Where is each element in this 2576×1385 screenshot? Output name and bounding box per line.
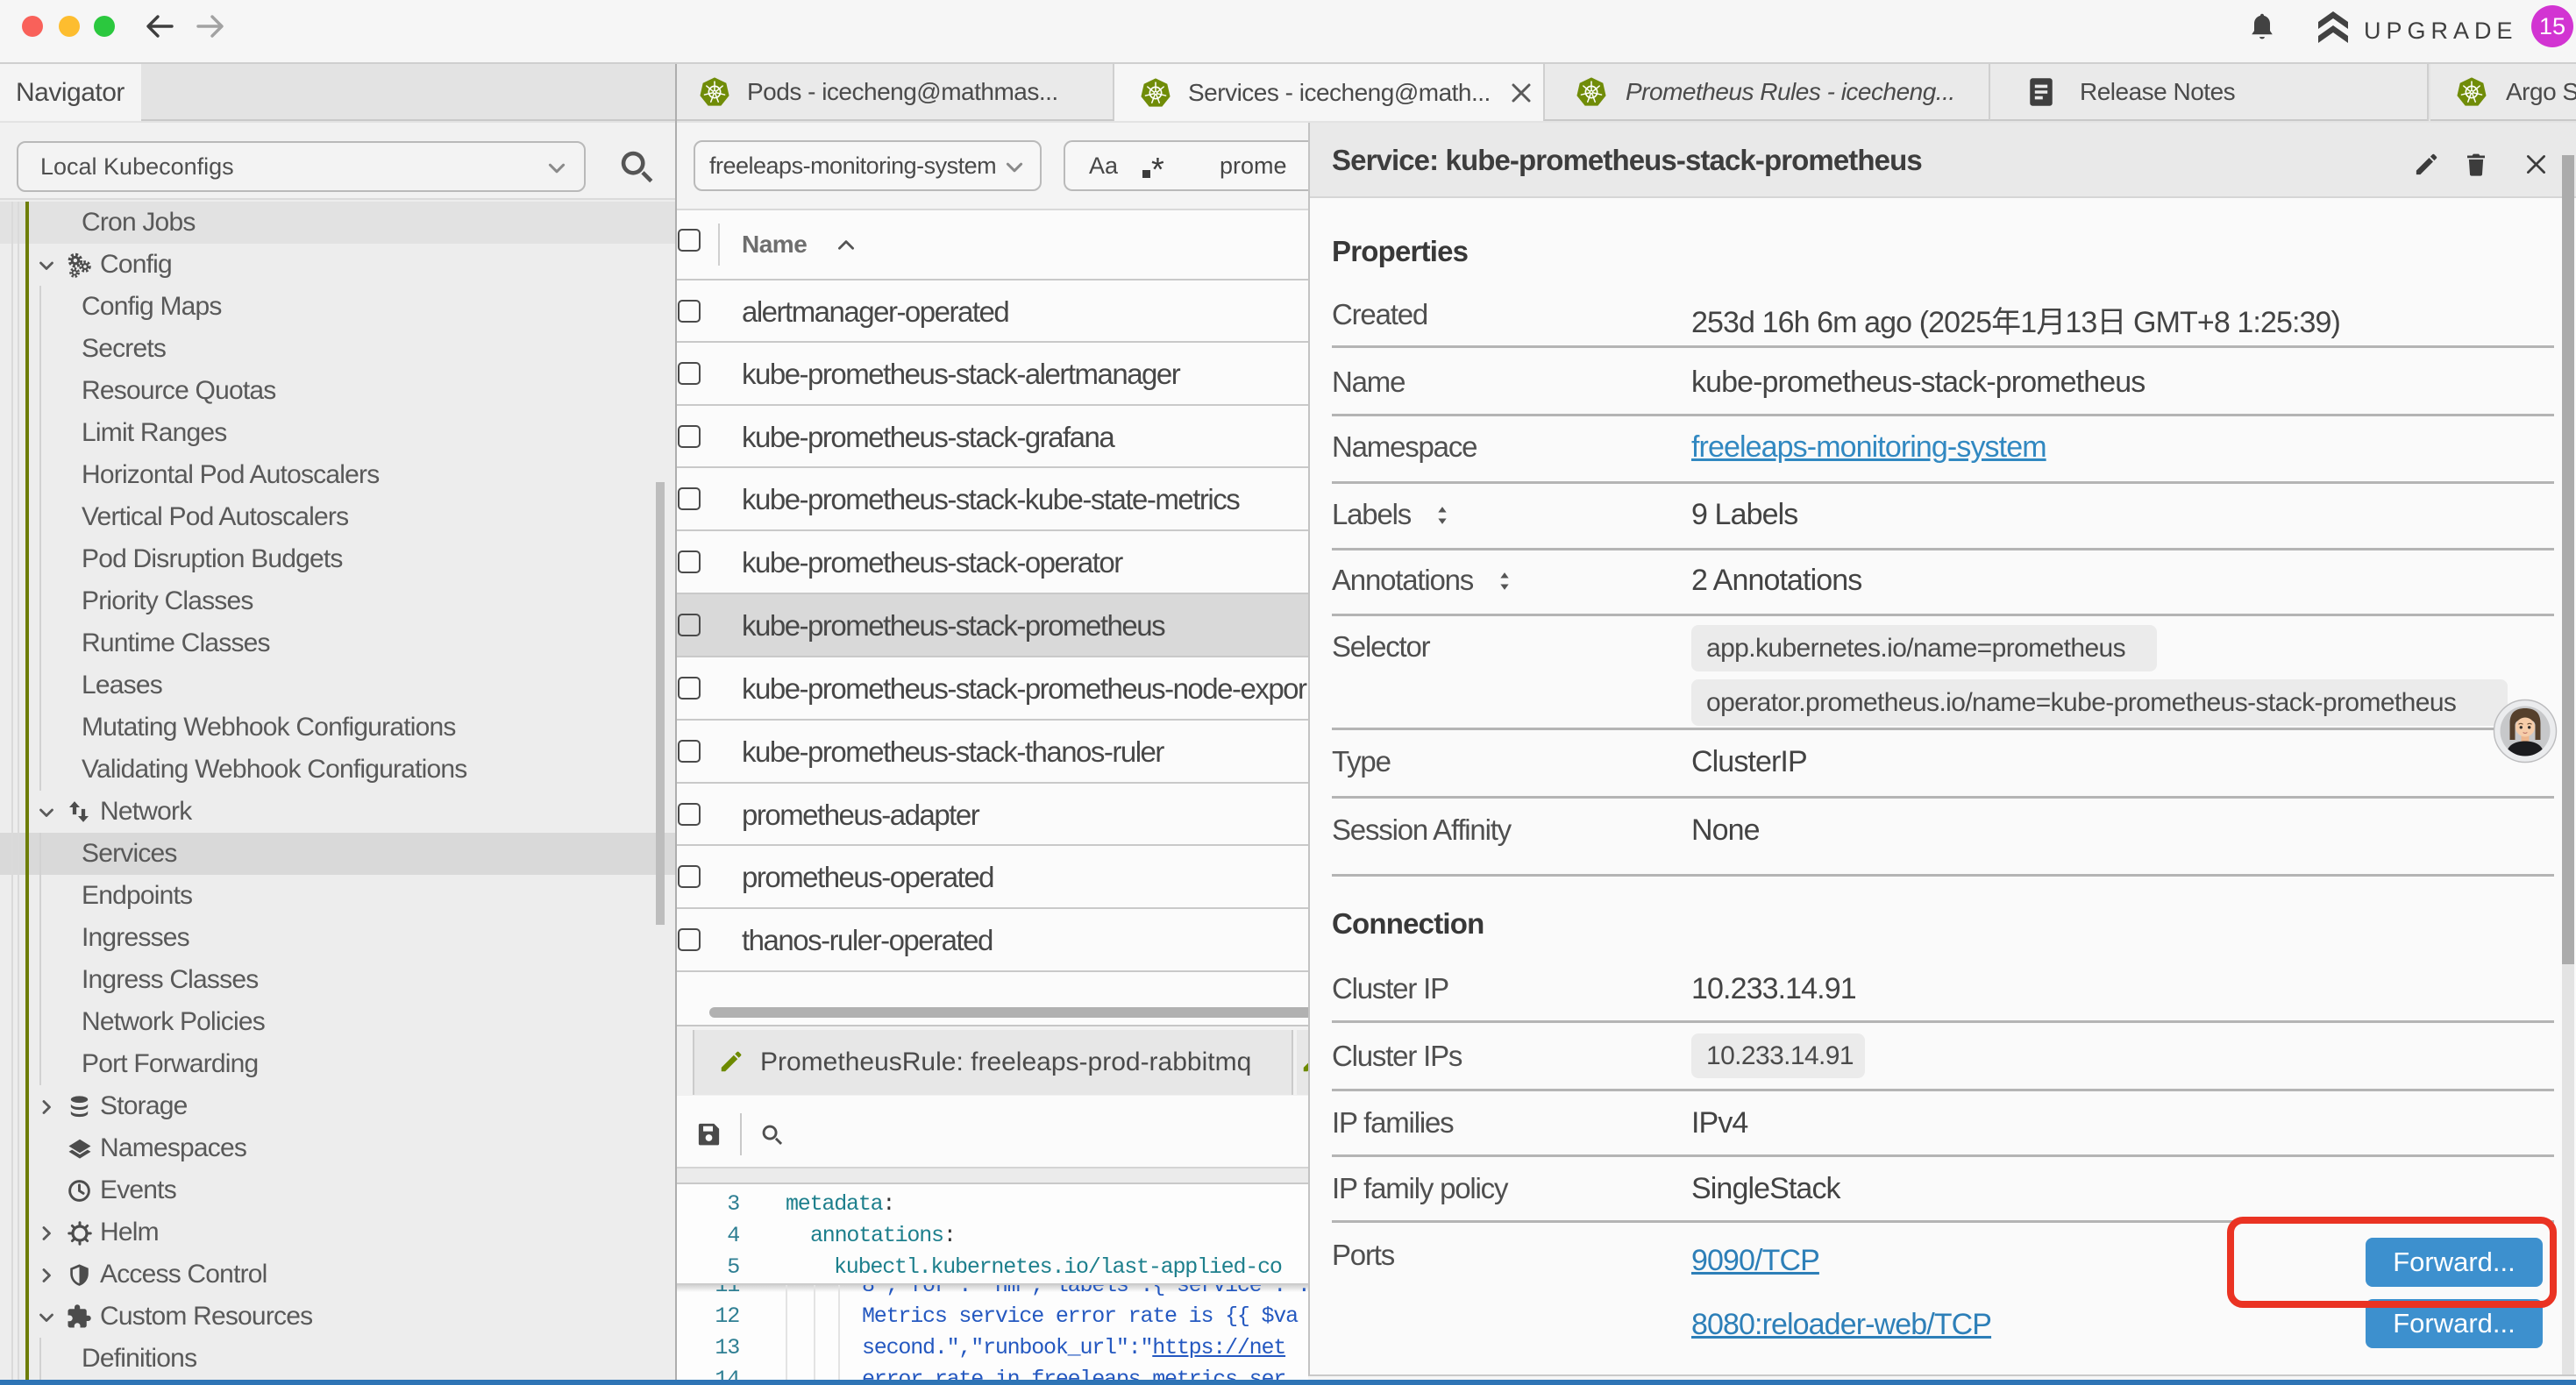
svg-text:*: * xyxy=(1151,152,1164,186)
